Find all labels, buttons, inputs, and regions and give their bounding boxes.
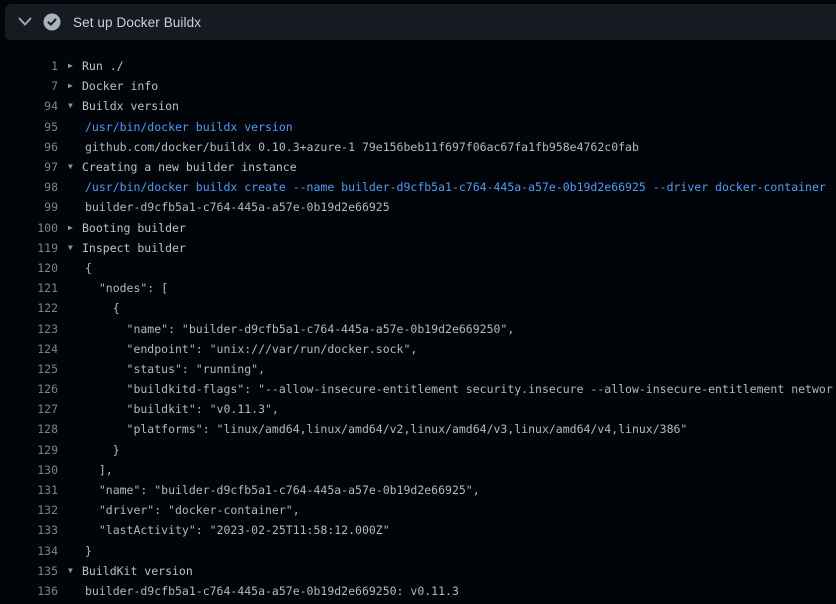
log-text: builder-d9cfb5a1-c764-445a-a57e-0b19d2e6… xyxy=(85,200,390,214)
log-line: 98 /usr/bin/docker buildx create --name … xyxy=(0,177,836,197)
line-number[interactable]: 130 xyxy=(0,463,58,477)
line-number[interactable]: 124 xyxy=(0,342,58,356)
line-number[interactable]: 131 xyxy=(0,483,58,497)
log-line: 133 "lastActivity": "2023-02-25T11:58:12… xyxy=(0,520,836,540)
log-text: "nodes": [ xyxy=(85,281,168,295)
workflow-log-viewer: Set up Docker Buildx 1 ▶ Run ./ 7 ▶ Dock… xyxy=(0,4,836,604)
log-text: /usr/bin/docker buildx create --name bui… xyxy=(85,180,826,194)
log-line: 121 "nodes": [ xyxy=(0,278,836,298)
line-number[interactable]: 100 xyxy=(0,221,58,235)
log-text: "endpoint": "unix:///var/run/docker.sock… xyxy=(85,342,417,356)
log-text[interactable]: Docker info xyxy=(82,79,158,93)
step-header[interactable]: Set up Docker Buildx xyxy=(5,4,836,40)
log-line: 132 "driver": "docker-container", xyxy=(0,500,836,520)
log-text: { xyxy=(85,301,120,315)
line-number[interactable]: 125 xyxy=(0,362,58,376)
check-circle-icon xyxy=(43,13,61,31)
group-toggle-icon[interactable]: ▼ xyxy=(68,244,82,252)
log-text: ], xyxy=(85,463,113,477)
log-line: 134 } xyxy=(0,541,836,561)
log-line: 136 builder-d9cfb5a1-c764-445a-a57e-0b19… xyxy=(0,581,836,601)
group-toggle-icon[interactable]: ▶ xyxy=(68,82,82,90)
line-number[interactable]: 94 xyxy=(0,99,58,113)
log-line: 125 "status": "running", xyxy=(0,359,836,379)
line-number[interactable]: 96 xyxy=(0,140,58,154)
log-line: 119 ▼ Inspect builder xyxy=(0,238,836,258)
log-text: github.com/docker/buildx 0.10.3+azure-1 … xyxy=(85,140,639,154)
log-line: 128 "platforms": "linux/amd64,linux/amd6… xyxy=(0,419,836,439)
log-line: 1 ▶ Run ./ xyxy=(0,56,836,76)
log-text: } xyxy=(85,544,92,558)
group-toggle-icon[interactable]: ▼ xyxy=(68,163,82,171)
log-line: 123 "name": "builder-d9cfb5a1-c764-445a-… xyxy=(0,318,836,338)
line-number[interactable]: 128 xyxy=(0,422,58,436)
log-text[interactable]: Creating a new builder instance xyxy=(82,160,297,174)
log-line: 97 ▼ Creating a new builder instance xyxy=(0,157,836,177)
log-text: "buildkit": "v0.11.3", xyxy=(85,402,279,416)
log-line: 130 ], xyxy=(0,460,836,480)
log-line: 96 github.com/docker/buildx 0.10.3+azure… xyxy=(0,137,836,157)
log-line: 131 "name": "builder-d9cfb5a1-c764-445a-… xyxy=(0,480,836,500)
log-line: 126 "buildkitd-flags": "--allow-insecure… xyxy=(0,379,836,399)
line-number[interactable]: 136 xyxy=(0,584,58,598)
log-text: /usr/bin/docker buildx version xyxy=(85,120,293,134)
log-text[interactable]: Booting builder xyxy=(82,221,186,235)
log-text: "lastActivity": "2023-02-25T11:58:12.000… xyxy=(85,523,390,537)
log-text[interactable]: Run ./ xyxy=(82,59,124,73)
line-number[interactable]: 122 xyxy=(0,301,58,315)
line-number[interactable]: 126 xyxy=(0,382,58,396)
group-toggle-icon[interactable]: ▶ xyxy=(68,224,82,232)
line-number[interactable]: 120 xyxy=(0,261,58,275)
log-text: "name": "builder-d9cfb5a1-c764-445a-a57e… xyxy=(85,322,514,336)
group-toggle-icon[interactable]: ▼ xyxy=(68,102,82,110)
line-number[interactable]: 121 xyxy=(0,281,58,295)
group-toggle-icon[interactable]: ▶ xyxy=(68,62,82,70)
log-line: 94 ▼ Buildx version xyxy=(0,96,836,116)
log-text: "driver": "docker-container", xyxy=(85,503,300,517)
log-text: "platforms": "linux/amd64,linux/amd64/v2… xyxy=(85,422,687,436)
line-number[interactable]: 134 xyxy=(0,544,58,558)
line-number[interactable]: 133 xyxy=(0,523,58,537)
log-text: "name": "builder-d9cfb5a1-c764-445a-a57e… xyxy=(85,483,480,497)
log-line: 120 { xyxy=(0,258,836,278)
log-line: 135 ▼ BuildKit version xyxy=(0,561,836,581)
log-line: 95 /usr/bin/docker buildx version xyxy=(0,117,836,137)
line-number[interactable]: 119 xyxy=(0,241,58,255)
log-lines: 1 ▶ Run ./ 7 ▶ Docker info 94 ▼ Buildx v… xyxy=(0,40,836,601)
log-text: { xyxy=(85,261,92,275)
line-number[interactable]: 127 xyxy=(0,402,58,416)
line-number[interactable]: 1 xyxy=(0,59,58,73)
log-text: builder-d9cfb5a1-c764-445a-a57e-0b19d2e6… xyxy=(85,584,459,598)
line-number[interactable]: 97 xyxy=(0,160,58,174)
log-text[interactable]: Inspect builder xyxy=(82,241,186,255)
log-text[interactable]: BuildKit version xyxy=(82,564,193,578)
line-number[interactable]: 98 xyxy=(0,180,58,194)
log-text: "buildkitd-flags": "--allow-insecure-ent… xyxy=(85,382,833,396)
log-line: 99 builder-d9cfb5a1-c764-445a-a57e-0b19d… xyxy=(0,197,836,217)
chevron-down-icon[interactable] xyxy=(17,14,33,30)
log-text[interactable]: Buildx version xyxy=(82,99,179,113)
log-line: 124 "endpoint": "unix:///var/run/docker.… xyxy=(0,339,836,359)
group-toggle-icon[interactable]: ▼ xyxy=(68,567,82,575)
log-line: 100 ▶ Booting builder xyxy=(0,218,836,238)
log-line: 129 } xyxy=(0,440,836,460)
log-line: 7 ▶ Docker info xyxy=(0,76,836,96)
log-text: "status": "running", xyxy=(85,362,265,376)
line-number[interactable]: 99 xyxy=(0,200,58,214)
line-number[interactable]: 129 xyxy=(0,443,58,457)
step-title: Set up Docker Buildx xyxy=(73,15,201,30)
line-number[interactable]: 135 xyxy=(0,564,58,578)
line-number[interactable]: 123 xyxy=(0,322,58,336)
log-line: 122 { xyxy=(0,298,836,318)
line-number[interactable]: 132 xyxy=(0,503,58,517)
log-text: } xyxy=(85,443,120,457)
log-line: 127 "buildkit": "v0.11.3", xyxy=(0,399,836,419)
line-number[interactable]: 95 xyxy=(0,120,58,134)
line-number[interactable]: 7 xyxy=(0,79,58,93)
